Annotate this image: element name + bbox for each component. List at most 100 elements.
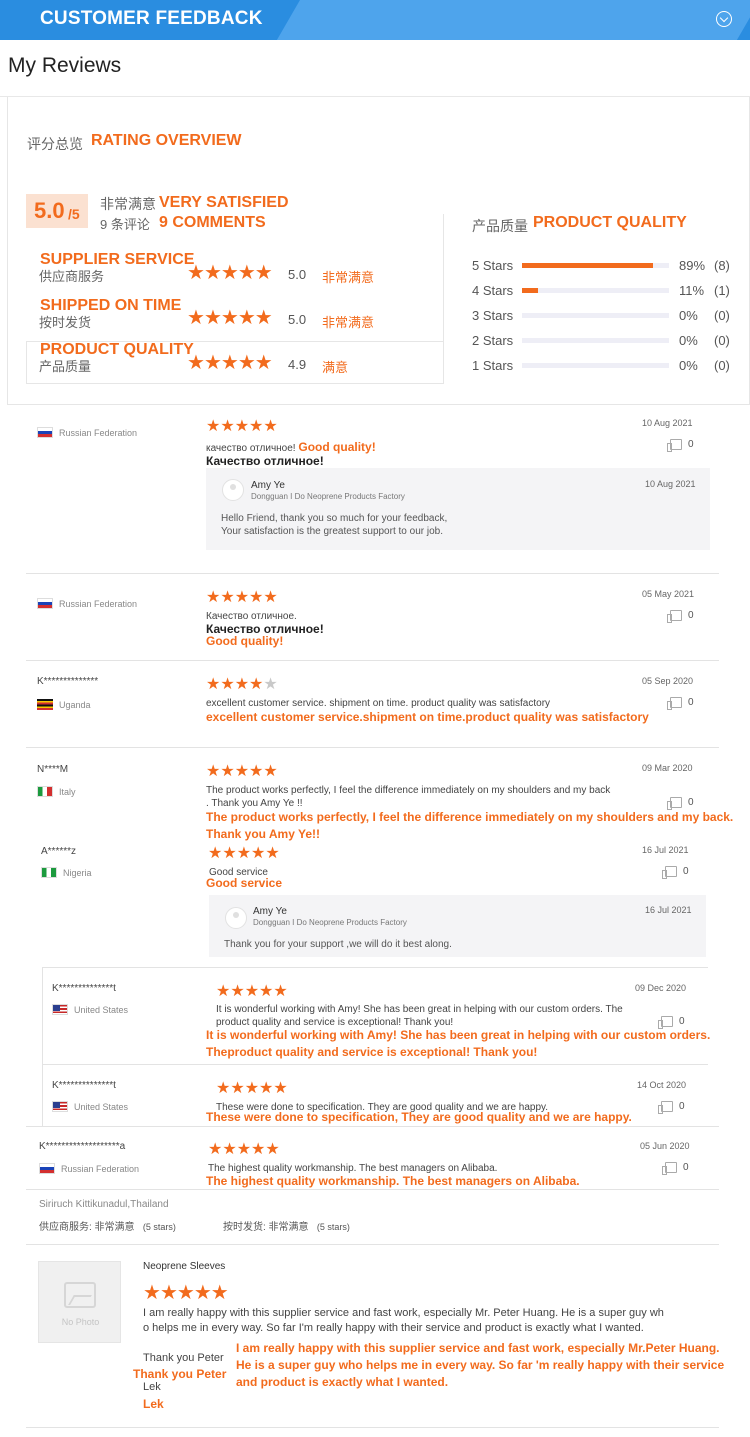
star-filled-icon: ★ <box>249 589 264 606</box>
star-filled-icon: ★ <box>220 418 235 435</box>
star-filled-icon: ★ <box>187 352 205 374</box>
star-filled-icon: ★ <box>244 1080 260 1097</box>
reviewer-name: K**************t <box>52 983 116 994</box>
review-comment-translation: excellent customer service.shipment on t… <box>206 710 649 724</box>
star-filled-icon: ★ <box>193 1282 212 1304</box>
review-stars: ★★★★★ <box>206 418 278 436</box>
rating-stars: ★★★★★ <box>187 307 273 329</box>
distribution-bar <box>522 338 669 343</box>
divider <box>26 660 719 661</box>
reviewer-country: Russian Federation <box>37 595 137 613</box>
review-date: 16 Jul 2021 <box>642 845 689 855</box>
reviewer-country: United States <box>52 1001 128 1019</box>
review-date: 05 Jun 2020 <box>640 1141 690 1151</box>
like-button[interactable]: 0 <box>667 797 694 810</box>
distribution-bar <box>522 313 669 318</box>
divider <box>26 573 719 574</box>
reply-date: 10 Aug 2021 <box>645 479 696 489</box>
reviewer-name: K*******************a <box>39 1141 126 1152</box>
distribution-bar <box>522 263 669 268</box>
review-comment-translation: Thank you Amy Ye!! <box>206 827 321 841</box>
satisfaction-cn: 非常满意 <box>100 196 156 212</box>
review-date: 05 May 2021 <box>642 589 695 599</box>
star-filled-icon: ★ <box>206 763 221 780</box>
reply-text: Your satisfaction is the greatest suppor… <box>221 526 443 537</box>
review-stars: ★★★★★ <box>216 983 288 1001</box>
star-filled-icon: ★ <box>230 1080 245 1097</box>
divider <box>26 1244 719 1245</box>
divider <box>26 1126 719 1127</box>
overview-frame-line <box>26 341 27 384</box>
reviewer-name: N****M <box>37 764 69 775</box>
star-filled-icon: ★ <box>203 352 222 374</box>
review-comment-translation: It is wonderful working with Amy! She ha… <box>206 1028 711 1042</box>
reply-company: Dongguan I Do Neoprene Products Factory <box>253 918 407 927</box>
thumbs-up-icon <box>667 439 682 452</box>
distribution-label: 2 Stars <box>472 333 514 348</box>
distribution-label: 1 Stars <box>472 358 514 373</box>
page-title: My Reviews <box>8 54 122 77</box>
photo-caption: No Photo <box>61 1317 100 1327</box>
star-filled-icon: ★ <box>143 1282 161 1304</box>
star-filled-icon: ★ <box>208 1141 223 1158</box>
review-stars: ★★★★★ <box>208 845 280 863</box>
star-filled-icon: ★ <box>249 763 264 780</box>
thumbs-up-icon <box>667 797 682 810</box>
like-button[interactable]: 0 <box>658 1101 685 1114</box>
star-filled-icon: ★ <box>236 845 252 862</box>
star-filled-icon: ★ <box>203 307 222 329</box>
flag-icon <box>52 1004 68 1016</box>
distribution-bar-fill <box>522 288 539 293</box>
divider <box>42 967 708 968</box>
distribution-label: 3 Stars <box>472 308 514 323</box>
review-text: I am really happy with this supplier ser… <box>143 1307 664 1319</box>
star-filled-icon: ★ <box>265 1141 280 1158</box>
divider <box>26 1189 719 1190</box>
like-button[interactable]: 0 <box>662 1162 689 1175</box>
product-photo-placeholder: No Photo <box>38 1261 121 1343</box>
star-filled-icon: ★ <box>220 589 235 606</box>
star-filled-icon: ★ <box>254 262 273 284</box>
review-date: 14 Oct 2020 <box>637 1080 687 1090</box>
review-date: 09 Dec 2020 <box>635 983 687 993</box>
star-filled-icon: ★ <box>265 845 280 862</box>
review-signature-translation: Lek <box>143 1397 164 1411</box>
like-button[interactable]: 0 <box>662 866 689 879</box>
star-empty-icon: ★ <box>263 676 278 693</box>
star-filled-icon: ★ <box>263 763 278 780</box>
star-filled-icon: ★ <box>220 676 235 693</box>
review-stars: ★★★★★ <box>206 763 278 781</box>
flag-icon <box>41 867 57 879</box>
overview-title-en: RATING OVERVIEW <box>91 132 242 149</box>
star-filled-icon: ★ <box>234 676 250 693</box>
review-comment-translation: Theproduct quality and service is except… <box>206 1045 538 1059</box>
thumbs-up-icon <box>667 697 682 710</box>
like-button[interactable]: 0 <box>667 697 694 710</box>
like-button[interactable]: 0 <box>667 610 694 623</box>
reviewer-country: Russian Federation <box>39 1160 139 1178</box>
rating-status: 非常满意 <box>322 270 375 285</box>
star-filled-icon: ★ <box>220 262 239 284</box>
like-button[interactable]: 0 <box>667 439 694 452</box>
rating-label-cn: 产品质量 <box>39 359 92 374</box>
star-filled-icon: ★ <box>187 307 205 329</box>
product-title[interactable]: Neoprene Sleeves <box>143 1261 225 1272</box>
avatar <box>225 907 247 929</box>
star-filled-icon: ★ <box>254 352 273 374</box>
reviewer-country: Nigeria <box>41 864 92 882</box>
review-stars: ★★★★★ <box>206 676 278 694</box>
star-filled-icon: ★ <box>216 983 231 1000</box>
reply-name: Amy Ye <box>253 906 287 917</box>
review-date: 09 Mar 2020 <box>642 763 693 773</box>
feedback-header-bar[interactable]: CUSTOMER FEEDBACK <box>0 0 750 40</box>
chevron-down-icon[interactable] <box>716 11 732 27</box>
flag-icon <box>37 427 53 439</box>
review-date: 10 Aug 2021 <box>642 418 693 428</box>
product-quality-title-en: PRODUCT QUALITY <box>533 214 687 231</box>
star-filled-icon: ★ <box>234 589 250 606</box>
flag-icon <box>37 699 53 711</box>
star-filled-icon: ★ <box>249 418 264 435</box>
reviewer-name: K************** <box>37 676 99 687</box>
like-button[interactable]: 0 <box>658 1016 685 1029</box>
star-filled-icon: ★ <box>237 262 256 284</box>
